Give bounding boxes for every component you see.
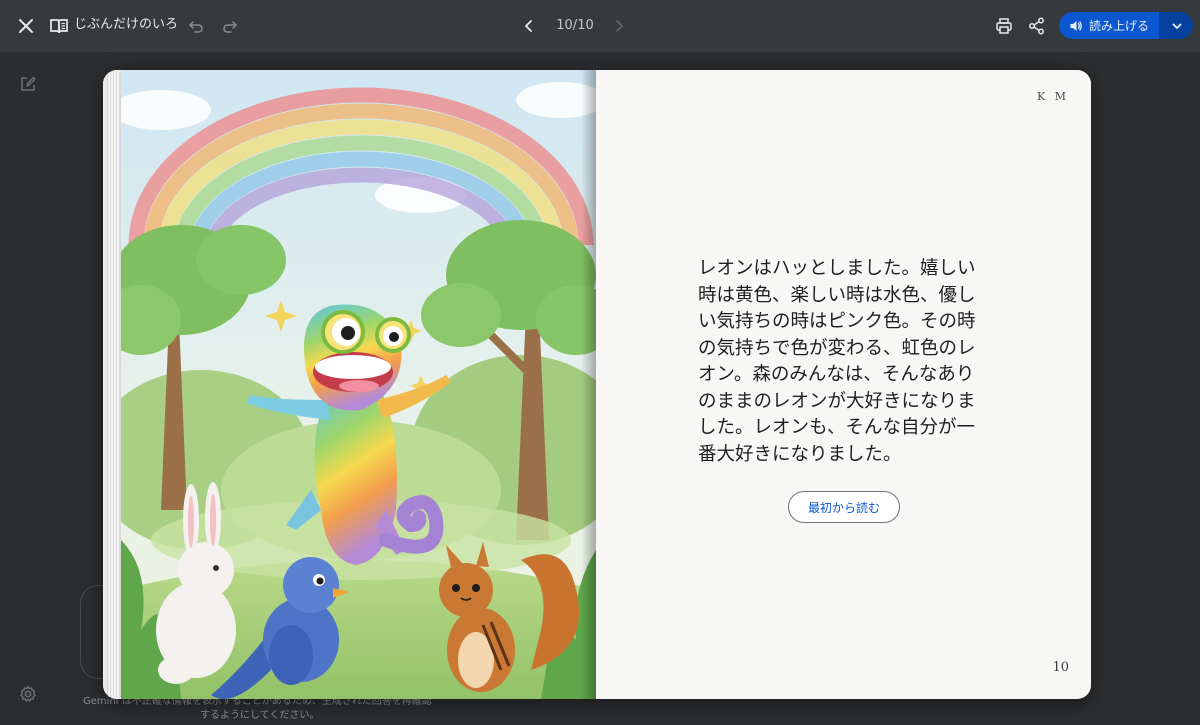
- next-page-button[interactable]: [606, 13, 632, 39]
- chevron-left-icon: [525, 20, 532, 32]
- share-icon: [1029, 17, 1044, 35]
- storybook-viewer: K M レオンはハッとしました。嬉しい時は黄色、楽しい時は水色、優しい気持ちの時…: [103, 70, 1091, 699]
- close-icon: [19, 19, 33, 33]
- book-icon: [48, 15, 70, 37]
- undo-icon: [189, 21, 203, 33]
- story-illustration: [121, 70, 596, 699]
- volume-icon: [1070, 20, 1082, 31]
- author-initials: K M: [1037, 90, 1069, 103]
- read-aloud-options-button[interactable]: [1160, 12, 1193, 39]
- settings-button[interactable]: [19, 685, 41, 707]
- right-page: K M レオンはハッとしました。嬉しい時は黄色、楽しい時は水色、優しい気持ちの時…: [596, 70, 1091, 699]
- disclaimer-text-continued: するようにしてください。: [200, 710, 320, 721]
- page-number: 10: [1052, 660, 1069, 675]
- redo-button[interactable]: [218, 14, 242, 38]
- edit-icon: [21, 76, 36, 91]
- previous-page-button[interactable]: [516, 13, 542, 39]
- read-aloud-button[interactable]: 読み上げる: [1059, 12, 1159, 39]
- page-indicator: 10/10: [556, 18, 594, 33]
- gear-icon: [20, 685, 36, 702]
- undo-button[interactable]: [184, 14, 208, 38]
- close-button[interactable]: [12, 12, 40, 40]
- share-button[interactable]: [1024, 13, 1050, 39]
- redo-icon: [223, 21, 237, 33]
- chevron-down-icon: [1172, 23, 1181, 29]
- page-stack-edges: [107, 72, 121, 697]
- new-chat-button[interactable]: [19, 75, 41, 97]
- document-title: じぶんだけのいろ: [74, 17, 179, 32]
- read-aloud-label: 読み上げる: [1088, 19, 1149, 33]
- top-bar: じぶんだけのいろ 10/10 読み上げる: [0, 0, 1200, 52]
- print-button[interactable]: [991, 13, 1017, 39]
- read-from-start-button[interactable]: 最初から読む: [788, 491, 900, 523]
- chevron-right-icon: [616, 20, 623, 32]
- print-icon: [996, 18, 1012, 34]
- story-text: レオンはハッとしました。嬉しい時は黄色、楽しい時は水色、優しい気持ちの時はピンク…: [698, 258, 976, 465]
- left-page: [103, 70, 651, 699]
